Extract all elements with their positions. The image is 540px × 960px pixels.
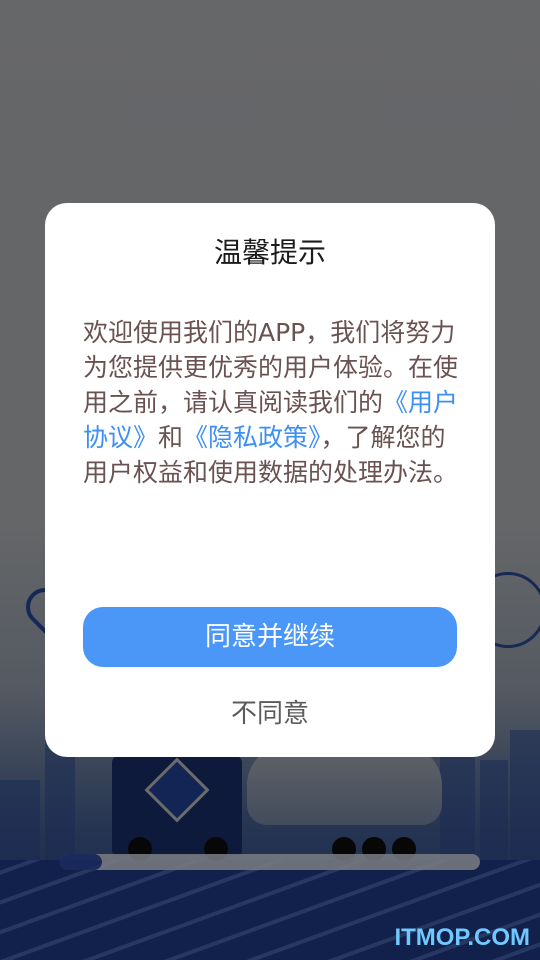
dialog-title: 温馨提示 (213, 236, 326, 269)
privacy-dialog: 温馨提示 欢迎使用我们的APP，我们将努力为您提供更优秀的用户体验。在使用之前，… (45, 203, 495, 757)
watermark: ITMOP.COM (394, 924, 530, 951)
agree-continue-button[interactable]: 同意并继续 (83, 607, 457, 667)
privacy-policy-link[interactable]: 《隐私政策》 (183, 423, 321, 452)
dialog-message: 欢迎使用我们的APP，我们将努力为您提供更优秀的用户体验。在使用之前，请认真阅读… (83, 315, 463, 490)
loading-progress-bar (60, 854, 480, 870)
loading-progress-fill (60, 854, 102, 870)
disagree-button[interactable]: 不同意 (45, 693, 495, 730)
message-text-and: 和 (158, 423, 184, 452)
